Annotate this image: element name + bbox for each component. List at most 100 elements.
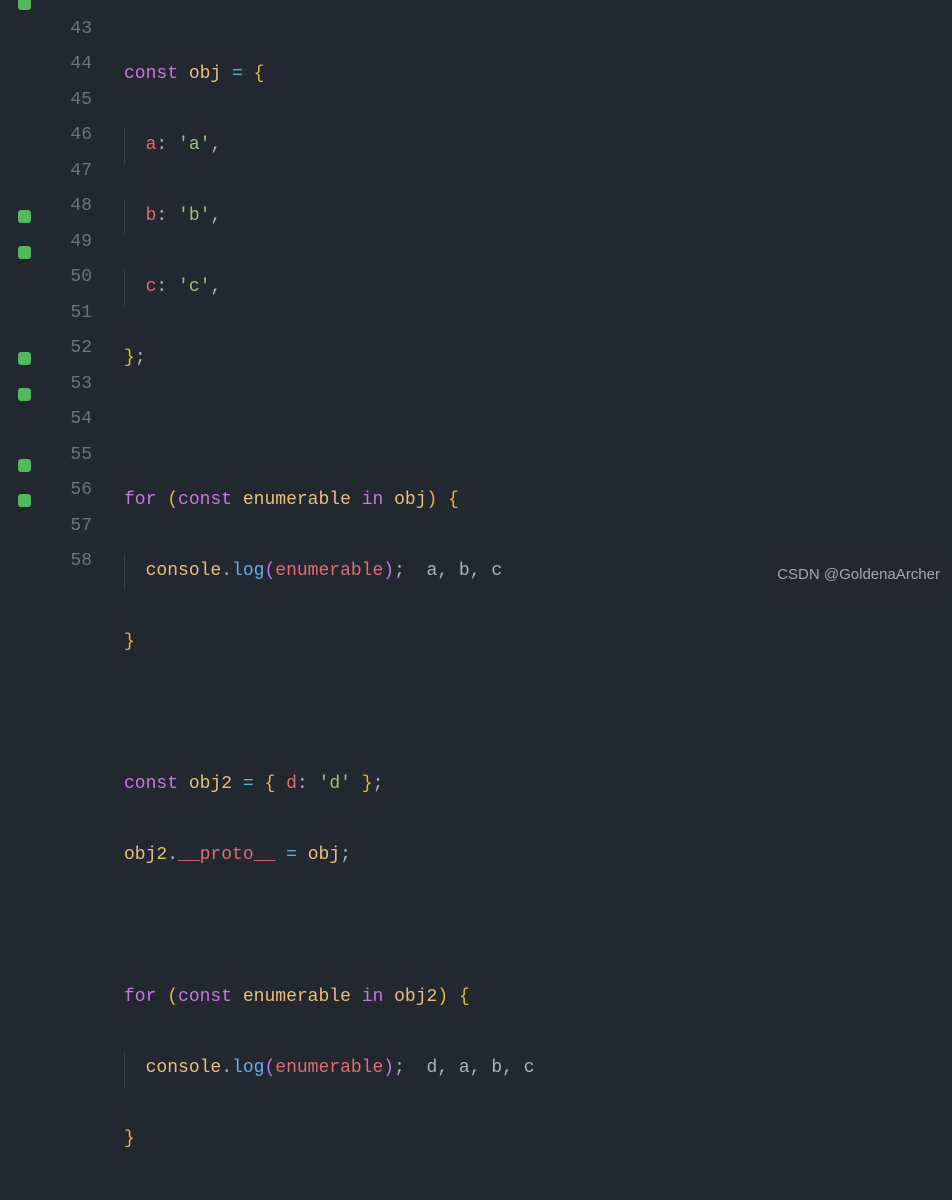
operator: = bbox=[243, 774, 254, 794]
property-key: d bbox=[286, 774, 297, 794]
identifier: enumerable bbox=[275, 1058, 383, 1078]
gutter bbox=[0, 1, 48, 600]
string: 'a' bbox=[178, 135, 210, 155]
brace: } bbox=[124, 632, 135, 652]
line-number: 57 bbox=[48, 509, 92, 545]
punct: . bbox=[167, 845, 178, 865]
line-number: 54 bbox=[48, 402, 92, 438]
paren: ) bbox=[383, 561, 394, 581]
line-number: 46 bbox=[48, 118, 92, 154]
brace: { bbox=[264, 774, 275, 794]
line-number: 53 bbox=[48, 367, 92, 403]
line-number: 58 bbox=[48, 544, 92, 580]
watermark: CSDN @GoldenaArcher bbox=[777, 557, 940, 593]
identifier: console bbox=[146, 561, 222, 581]
punct: : bbox=[156, 206, 167, 226]
punct: , bbox=[210, 277, 221, 297]
code-line: a: 'a', bbox=[124, 128, 952, 164]
gutter-mark bbox=[0, 270, 48, 306]
code-line: b: 'b', bbox=[124, 199, 952, 235]
line-number: 45 bbox=[48, 83, 92, 119]
identifier: obj2 bbox=[189, 774, 232, 794]
line-number: 43 bbox=[48, 12, 92, 48]
code-line: }; bbox=[124, 341, 952, 377]
breakpoint-icon[interactable] bbox=[18, 352, 31, 365]
property: __proto__ bbox=[178, 845, 275, 865]
punct: . bbox=[221, 1058, 232, 1078]
gutter-mark bbox=[0, 164, 48, 200]
code-content[interactable]: const obj = { a: 'a', b: 'b', c: 'c', };… bbox=[100, 1, 952, 600]
code-line: console.log(enumerable); d, a, b, c bbox=[124, 1051, 952, 1087]
operator: = bbox=[232, 64, 243, 84]
punct: , bbox=[210, 206, 221, 226]
gutter-mark bbox=[0, 128, 48, 164]
brace: } bbox=[124, 1129, 135, 1149]
keyword: const bbox=[124, 774, 178, 794]
punct: : bbox=[156, 277, 167, 297]
string: 'd' bbox=[319, 774, 351, 794]
line-number: 52 bbox=[48, 331, 92, 367]
breakpoint-icon[interactable] bbox=[18, 494, 31, 507]
identifier: enumerable bbox=[243, 987, 351, 1007]
paren: ) bbox=[437, 987, 448, 1007]
paren: ( bbox=[264, 1058, 275, 1078]
punct: ; bbox=[373, 774, 384, 794]
identifier: obj bbox=[189, 64, 221, 84]
gutter-mark bbox=[0, 93, 48, 129]
line-numbers: 42 43 44 45 46 47 48 49 50 51 52 53 54 5… bbox=[48, 1, 100, 600]
line-number: 51 bbox=[48, 296, 92, 332]
paren: ) bbox=[383, 1058, 394, 1078]
paren: ) bbox=[427, 490, 438, 510]
comment: a, b, c bbox=[427, 561, 503, 581]
identifier: console bbox=[146, 1058, 222, 1078]
code-line: for (const enumerable in obj2) { bbox=[124, 980, 952, 1016]
keyword: in bbox=[362, 490, 384, 510]
brace: } bbox=[362, 774, 373, 794]
gutter-mark bbox=[0, 199, 48, 235]
code-editor[interactable]: 42 43 44 45 46 47 48 49 50 51 52 53 54 5… bbox=[0, 0, 952, 600]
brace: { bbox=[459, 987, 470, 1007]
code-line bbox=[124, 12, 952, 22]
code-line: } bbox=[124, 625, 952, 661]
brace: { bbox=[448, 490, 459, 510]
breakpoint-icon[interactable] bbox=[18, 388, 31, 401]
breakpoint-icon[interactable] bbox=[18, 0, 31, 10]
brace: } bbox=[124, 348, 135, 368]
property-key: c bbox=[146, 277, 157, 297]
line-number: 48 bbox=[48, 189, 92, 225]
brace: { bbox=[254, 64, 265, 84]
gutter-mark bbox=[0, 341, 48, 377]
punct: : bbox=[156, 135, 167, 155]
punct: : bbox=[297, 774, 308, 794]
property-key: a bbox=[146, 135, 157, 155]
keyword: in bbox=[362, 987, 384, 1007]
gutter-mark bbox=[0, 306, 48, 342]
method: log bbox=[232, 1058, 264, 1078]
code-line: } bbox=[124, 1122, 952, 1158]
gutter-mark bbox=[0, 57, 48, 93]
punct: ; bbox=[394, 1058, 405, 1078]
keyword: const bbox=[124, 64, 178, 84]
identifier: obj bbox=[308, 845, 340, 865]
breakpoint-icon[interactable] bbox=[18, 459, 31, 472]
gutter-mark bbox=[0, 519, 48, 555]
code-line: obj2.__proto__ = obj; bbox=[124, 838, 952, 874]
keyword: const bbox=[178, 490, 232, 510]
operator: = bbox=[286, 845, 297, 865]
line-number: 50 bbox=[48, 260, 92, 296]
property-key: b bbox=[146, 206, 157, 226]
identifier: obj bbox=[394, 490, 426, 510]
keyword: for bbox=[124, 987, 156, 1007]
identifier: obj2 bbox=[394, 987, 437, 1007]
code-line: for (const enumerable in obj) { bbox=[124, 483, 952, 519]
keyword: for bbox=[124, 490, 156, 510]
identifier: obj2 bbox=[124, 845, 167, 865]
string: 'b' bbox=[178, 206, 210, 226]
breakpoint-icon[interactable] bbox=[18, 210, 31, 223]
gutter-mark bbox=[0, 448, 48, 484]
keyword: const bbox=[178, 987, 232, 1007]
code-line: c: 'c', bbox=[124, 270, 952, 306]
paren: ( bbox=[167, 987, 178, 1007]
gutter-mark bbox=[0, 412, 48, 448]
breakpoint-icon[interactable] bbox=[18, 246, 31, 259]
